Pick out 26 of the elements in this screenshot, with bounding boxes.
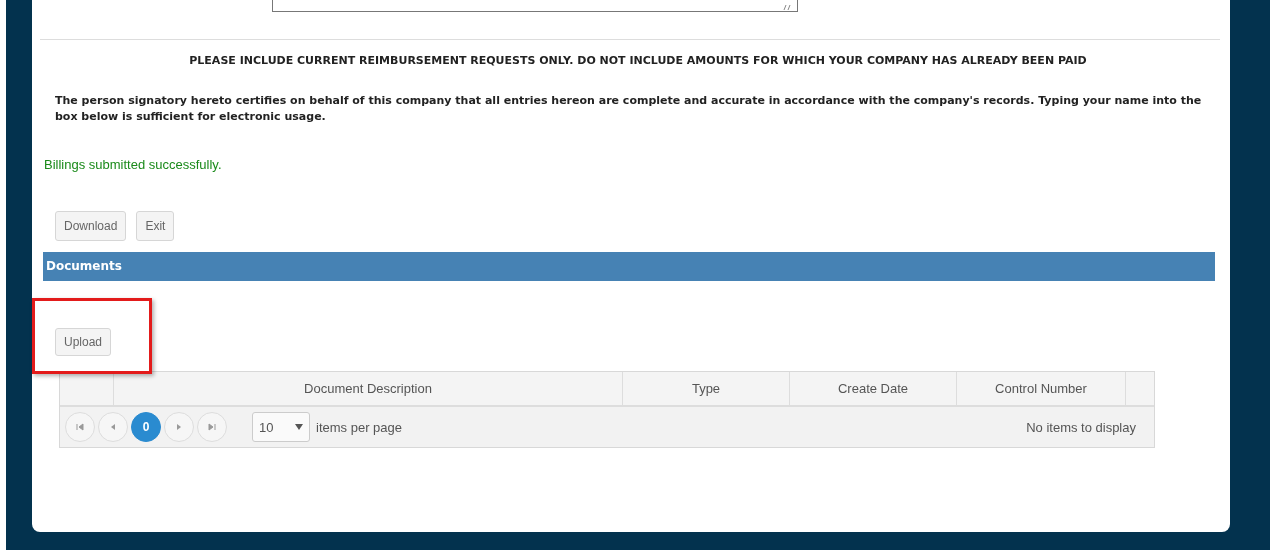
resize-grip-icon[interactable] (783, 4, 791, 10)
page-number-button[interactable]: 0 (131, 412, 161, 442)
upload-button[interactable]: Upload (55, 328, 112, 356)
last-page-button[interactable] (197, 412, 227, 442)
column-header[interactable]: Control Number (957, 372, 1126, 405)
previous-icon (109, 423, 117, 431)
section-header: Documents (43, 252, 1215, 281)
action-button[interactable]: Download (55, 211, 127, 241)
pager-info: No items to display (1026, 419, 1136, 435)
signature-text-area[interactable] (272, 0, 798, 12)
column-header[interactable]: Type (623, 372, 790, 405)
notice-text: PLEASE INCLUDE CURRENT REIMBURSEMENT REQUESTS ONLY. DO NOT INCLUDE AMOUNTS FOR WHICH YOUR COMPANY HAS ALREADY BEEN PAID (188, 54, 1088, 67)
first-page-icon (76, 423, 84, 431)
previous-page-button[interactable] (98, 412, 128, 442)
action-button[interactable]: Exit (136, 211, 175, 241)
column-header[interactable]: Create Date (790, 372, 957, 405)
column-header[interactable]: Document Description (114, 372, 623, 405)
page-size-label: items per page (316, 419, 402, 435)
next-icon (175, 423, 183, 431)
status-message: Billings submitted successfully. (44, 157, 223, 172)
caret-icon (295, 424, 303, 430)
next-page-button[interactable] (164, 412, 194, 442)
first-page-button[interactable] (65, 412, 95, 442)
last-page-icon (208, 423, 216, 431)
page-size-dropdown[interactable]: 10 (252, 412, 310, 442)
certification-text: The person signatory hereto certifies on behalf of this company that all entries hereon are complete and accurate in accordance with the company's records. Typing your name into the box below is sufficient for electronic usage. (55, 93, 1203, 125)
